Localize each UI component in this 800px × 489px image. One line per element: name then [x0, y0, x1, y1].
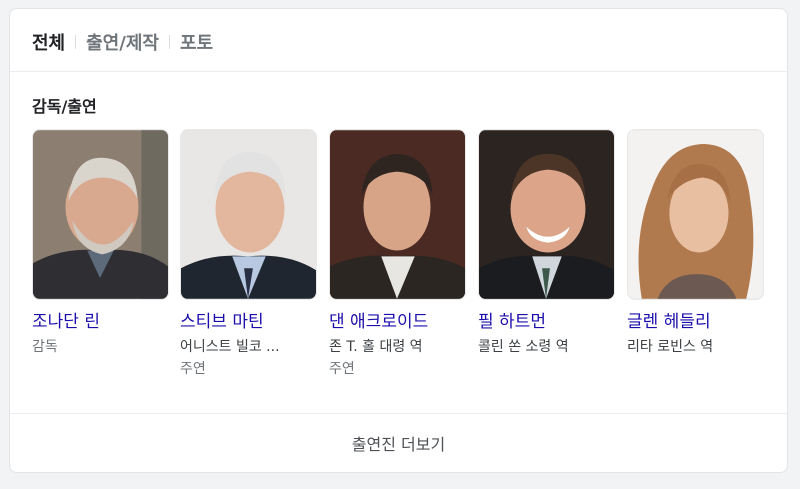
person-photo-image	[181, 130, 316, 299]
person-photo[interactable]	[329, 129, 466, 300]
tab-photos[interactable]: 포토	[180, 29, 213, 55]
person-role: 어니스트 빌코 ...	[180, 339, 280, 355]
tab-separator	[168, 35, 170, 49]
person-name[interactable]: 필 하트먼	[478, 310, 615, 334]
person-role: 리타 로빈스 역	[627, 339, 714, 355]
tab-bar: 전체 출연/제작 포토	[32, 27, 213, 57]
person-photo[interactable]	[627, 129, 764, 300]
person-name[interactable]: 댄 애크로이드	[329, 310, 466, 334]
person-role: 감독	[32, 339, 58, 355]
person-name[interactable]: 스티브 마틴	[180, 310, 317, 334]
cast-item-lead[interactable]: 스티브 마틴 어니스트 빌코 ... 주연	[180, 129, 317, 380]
person-photo-image	[33, 130, 168, 299]
person-photo-image	[479, 130, 614, 299]
cast-list: 조나단 린 감독 스티브 마틴 어니스트 빌코 ... 주연 댄 애크로이드 존…	[32, 129, 772, 399]
person-name[interactable]: 글렌 헤들리	[627, 310, 764, 334]
person-role: 콜린 쏜 소령 역	[478, 339, 569, 355]
person-photo-image	[628, 130, 763, 299]
tab-separator	[75, 35, 77, 49]
person-photo[interactable]	[32, 129, 169, 300]
tab-all[interactable]: 전체	[32, 29, 65, 55]
cast-item-director[interactable]: 조나단 린 감독	[32, 129, 169, 358]
more-cast-button[interactable]: 출연진 더보기	[10, 413, 787, 473]
person-photo[interactable]	[478, 129, 615, 300]
person-credit-type: 주연	[180, 361, 206, 377]
person-photo-image	[330, 130, 465, 299]
person-name[interactable]: 조나단 린	[32, 310, 169, 334]
person-role: 존 T. 홀 대령 역	[329, 339, 423, 355]
tab-cast-crew[interactable]: 출연/제작	[86, 29, 159, 55]
section-title: 감독/출연	[32, 97, 97, 116]
cast-item-cast[interactable]: 글렌 헤들리 리타 로빈스 역	[627, 129, 764, 358]
person-credit-type: 주연	[329, 361, 355, 377]
tabs-divider	[10, 71, 787, 72]
person-photo[interactable]	[180, 129, 317, 300]
cast-card: 전체 출연/제작 포토 감독/출연 조나단 린 감독 스티브 마틴 어니스트 빌…	[9, 8, 788, 473]
cast-item-lead[interactable]: 댄 애크로이드 존 T. 홀 대령 역 주연	[329, 129, 466, 380]
cast-item-cast[interactable]: 필 하트먼 콜린 쏜 소령 역	[478, 129, 615, 358]
